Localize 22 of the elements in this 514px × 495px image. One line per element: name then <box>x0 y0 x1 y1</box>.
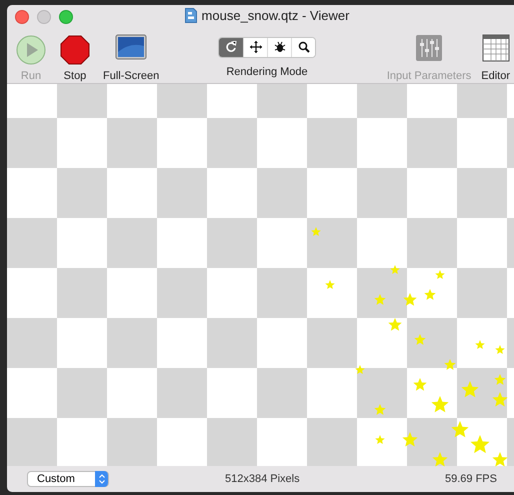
fps-text: 59.69 FPS <box>445 473 497 486</box>
play-icon <box>15 34 47 66</box>
dropdown-arrows-icon <box>95 471 108 488</box>
toolbar-button[interactable]: Editor <box>477 34 514 82</box>
mode-segment[interactable] <box>291 38 315 57</box>
search-icon <box>298 41 310 54</box>
document-icon <box>184 8 197 24</box>
monitor-icon <box>115 34 148 60</box>
move-icon <box>250 41 262 54</box>
stop-icon <box>59 34 91 66</box>
rendering-mode-label: Rendering Mode <box>226 66 308 78</box>
bug-icon <box>274 41 286 54</box>
canvas-size-text: 512x384 Pixels <box>225 473 300 486</box>
toolbar-button[interactable]: Stop <box>55 34 95 82</box>
window-title: mouse_snow.qtz - Viewer <box>202 8 350 24</box>
close-button[interactable] <box>15 10 29 24</box>
rotate-icon <box>225 41 237 54</box>
sliders-icon <box>415 34 444 62</box>
toolbar-button[interactable]: Full-Screen <box>99 34 164 82</box>
grid-icon <box>482 34 510 62</box>
rendering-mode-control[interactable] <box>218 36 316 58</box>
size-preset-dropdown[interactable]: Custom <box>27 471 109 488</box>
